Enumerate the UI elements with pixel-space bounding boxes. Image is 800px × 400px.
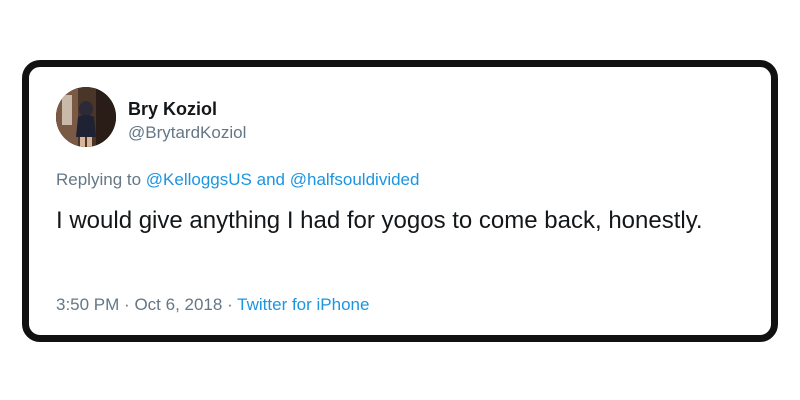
tweet-date[interactable]: Oct 6, 2018	[134, 295, 222, 314]
meta-separator: ·	[124, 295, 130, 314]
tweet-text: I would give anything I had for yogos to…	[56, 207, 703, 234]
tweet-source-link[interactable]: Twitter for iPhone	[237, 295, 369, 314]
replying-conjunction[interactable]: and	[257, 170, 285, 189]
author-name[interactable]: Bry Koziol	[128, 99, 217, 120]
mention-link-halfsouldivided[interactable]: @halfsouldivided	[290, 170, 420, 189]
meta-separator-2: ·	[227, 295, 233, 314]
author-handle[interactable]: @BrytardKoziol	[128, 123, 246, 143]
replying-to-label: Replying to	[56, 170, 142, 189]
tweet-card: Bry Koziol @BrytardKoziol Replying to @K…	[22, 60, 778, 342]
avatar[interactable]	[56, 87, 116, 147]
avatar-photo	[56, 87, 116, 147]
tweet-metadata: 3:50 PM · Oct 6, 2018 · Twitter for iPho…	[56, 295, 369, 315]
replying-to-line: Replying to @KelloggsUS and @halfsouldiv…	[56, 170, 419, 190]
mention-link-kelloggsus[interactable]: @KelloggsUS	[146, 170, 252, 189]
tweet-time[interactable]: 3:50 PM	[56, 295, 119, 314]
